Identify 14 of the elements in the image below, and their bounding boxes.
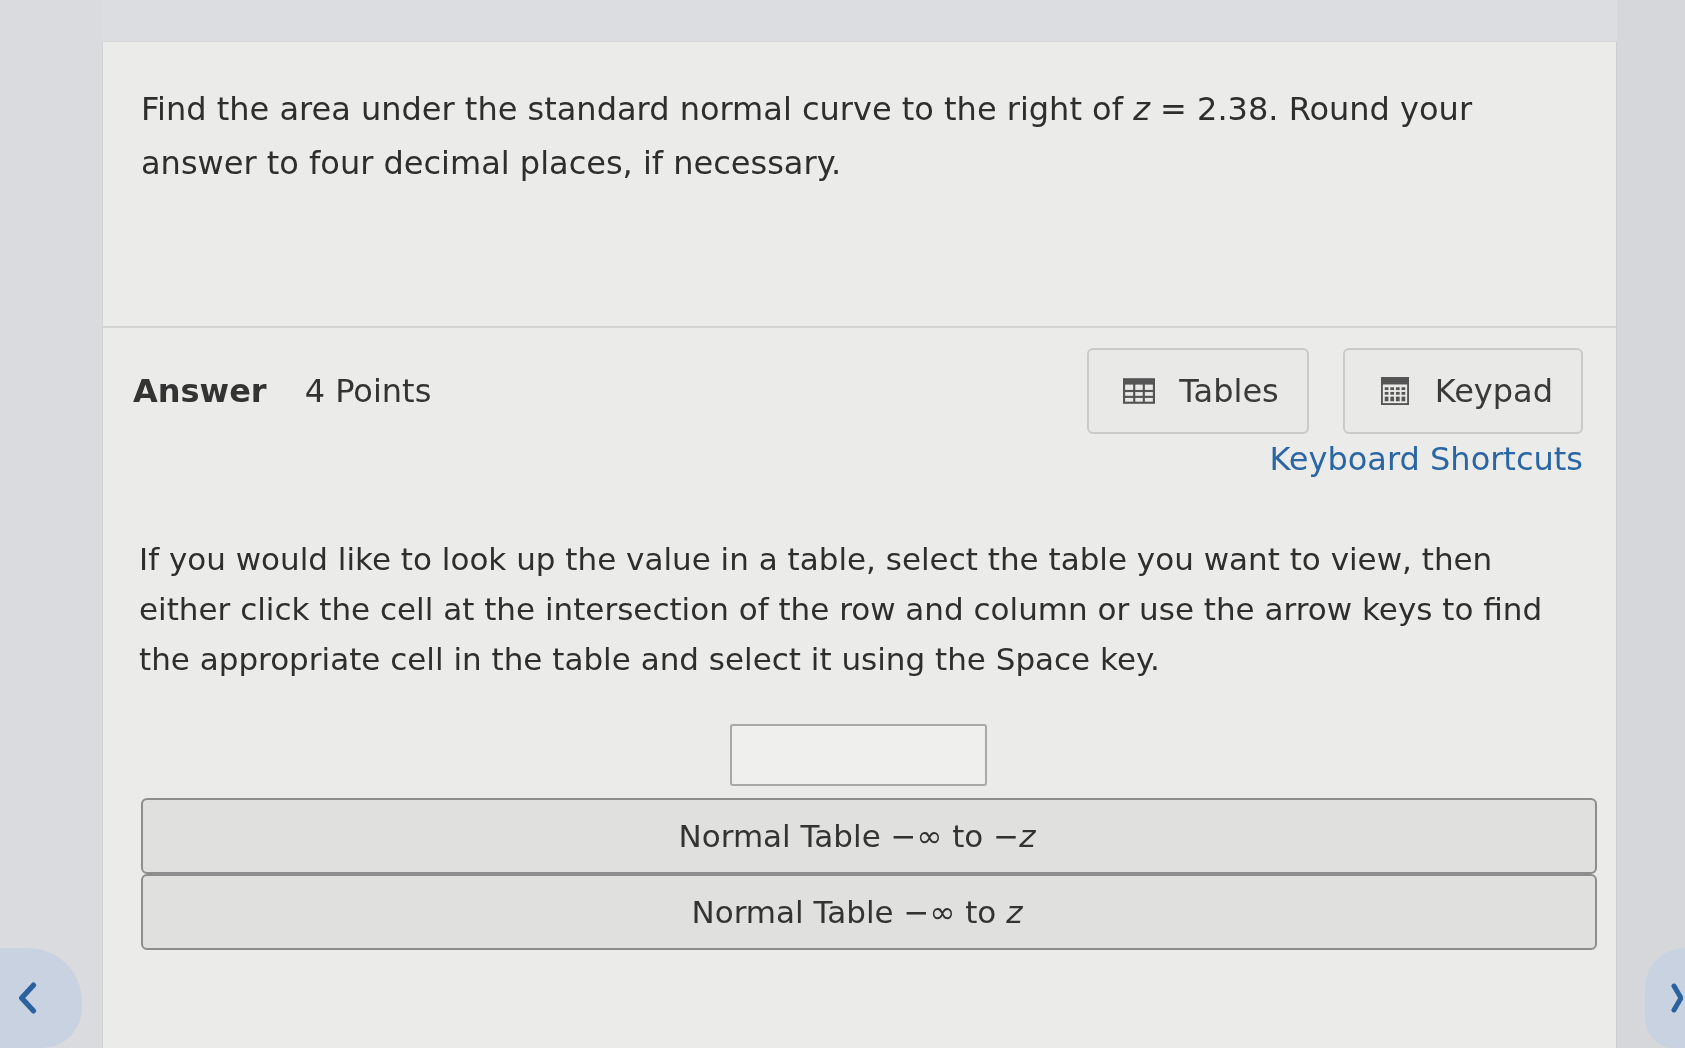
tool-button[interactable]: Tables (1087, 348, 1309, 434)
chevron-left-icon (16, 982, 38, 1014)
previous-button[interactable] (0, 948, 82, 1048)
question-text: Find the area under the standard normal curve to the right of z = 2.38. Round your answer to four decimal places, if necessary. (141, 89, 1474, 184)
calculator-icon (1378, 377, 1411, 405)
keyboard-shortcuts-link[interactable]: Keyboard Shortcuts (1269, 440, 1583, 478)
chevron-right-icon (1671, 983, 1683, 1013)
table-icon (1123, 377, 1156, 405)
tool-button[interactable]: Keypad (1342, 348, 1583, 434)
instructions-text: If you would like to look up the value in a table, select the table you want to view, then either click the cell at the intersection of the row and column or use the arrow keys to find the appropriate cell in the table and select it using the Space key. (139, 540, 1544, 679)
answer-label: Answer (133, 372, 267, 410)
normal-table-button[interactable]: Normal Table −∞ to −z (141, 798, 1597, 874)
normal-table-button[interactable]: Normal Table −∞ to z (141, 874, 1597, 950)
points-label: 4 Points (304, 372, 432, 410)
